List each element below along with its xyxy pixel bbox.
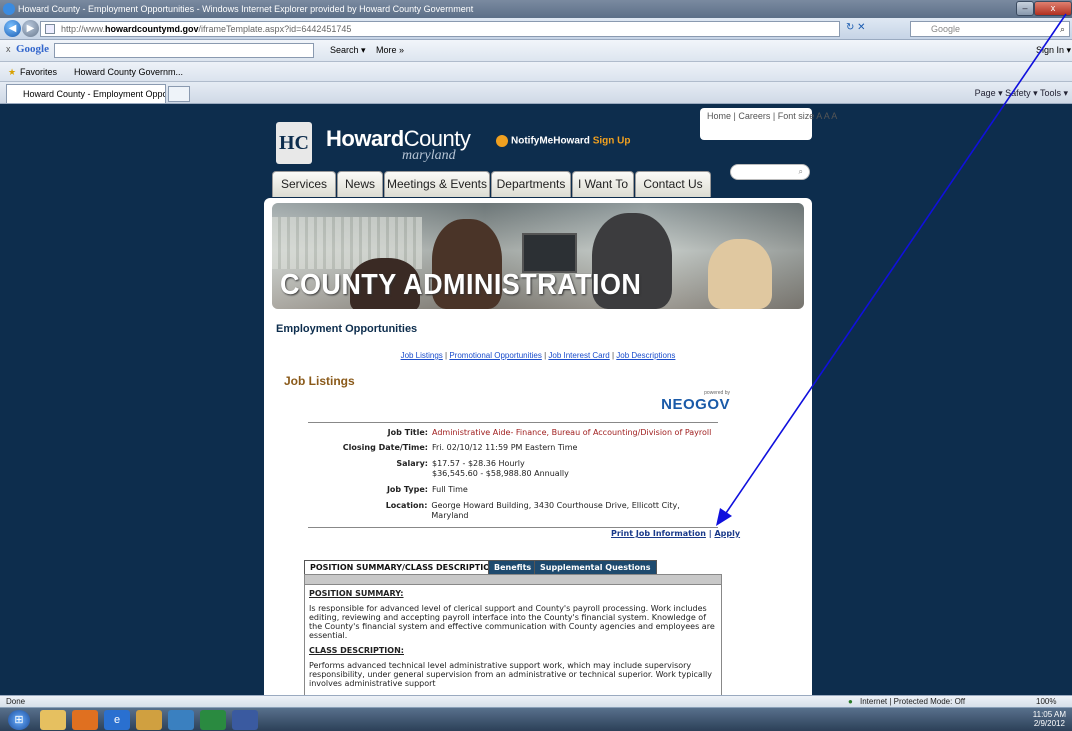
security-zone[interactable]: Internet | Protected Mode: Off bbox=[860, 696, 965, 707]
window-title-bar: Howard County - Employment Opportunities… bbox=[0, 0, 1072, 18]
job-row: Job Title: Administrative Aide- Finance, … bbox=[387, 428, 712, 437]
page-icon bbox=[45, 24, 55, 34]
search-icon[interactable]: ⌕ bbox=[1060, 22, 1065, 36]
neogov-logo: powered by NEOGOV bbox=[661, 390, 730, 413]
excel-icon[interactable] bbox=[200, 710, 226, 730]
banner-title: COUNTY ADMINISTRATION bbox=[280, 269, 642, 301]
ie-icon bbox=[3, 3, 15, 15]
promotional-opportunities-link[interactable]: Promotional Opportunities bbox=[449, 351, 542, 360]
notify-me-link[interactable]: NotifyMeHoward Sign Up bbox=[496, 135, 630, 147]
brand-subtitle: maryland bbox=[402, 148, 456, 163]
browser-tab-bar: Howard County - Employment Opportunities… bbox=[0, 82, 1072, 104]
site-search-input[interactable]: ⌕ bbox=[730, 164, 810, 180]
utility-links[interactable]: Home | Careers | Font size A A A bbox=[700, 108, 837, 140]
class-text: Performs advanced technical level admini… bbox=[309, 661, 713, 688]
browser-tab[interactable]: Howard County - Employment Opportunities bbox=[6, 84, 166, 103]
job-title: Administrative Aide- Finance, Bureau of … bbox=[432, 428, 712, 437]
summary-heading: POSITION SUMMARY: bbox=[309, 589, 404, 598]
explorer-icon[interactable] bbox=[40, 710, 66, 730]
nav-news[interactable]: News bbox=[337, 171, 383, 197]
search-icon[interactable]: ⌕ bbox=[799, 167, 803, 176]
forward-button[interactable]: ▶ bbox=[22, 20, 39, 37]
status-text: Done bbox=[6, 697, 26, 706]
nav-departments[interactable]: Departments bbox=[491, 171, 571, 197]
start-button[interactable]: ⊞ bbox=[8, 710, 30, 730]
favorite-item[interactable]: Howard County Governm... bbox=[74, 62, 183, 82]
tab-supplemental-questions[interactable]: Supplemental Questions bbox=[534, 560, 657, 575]
refresh-icon[interactable]: ↻ ✕ bbox=[846, 22, 866, 33]
favorites-button[interactable]: Favorites bbox=[20, 62, 57, 82]
sub-navigation: Job Listings | Promotional Opportunities… bbox=[400, 351, 676, 360]
job-listings-link[interactable]: Job Listings bbox=[401, 351, 443, 360]
job-actions: Print Job Information | Apply bbox=[611, 529, 741, 538]
job-row: Closing Date/Time: Fri. 02/10/12 11:59 PM… bbox=[342, 443, 578, 452]
page-heading: Employment Opportunities bbox=[276, 323, 418, 335]
bulb-icon bbox=[496, 135, 508, 147]
status-bar: Done ● Internet | Protected Mode: Off 10… bbox=[0, 695, 1072, 707]
url-field[interactable]: http://www.howardcountymd.gov/iframeTemp… bbox=[40, 21, 840, 37]
apply-link[interactable]: Apply bbox=[714, 529, 740, 538]
google-search-input[interactable] bbox=[54, 43, 314, 58]
page-viewport: HC HowardCounty maryland NotifyMeHoward … bbox=[0, 104, 1072, 695]
position-panel: POSITION SUMMARY: Is responsible for adv… bbox=[304, 574, 722, 695]
google-logo: Google bbox=[16, 43, 49, 55]
back-button[interactable]: ◀ bbox=[4, 20, 21, 37]
county-logo[interactable]: HC bbox=[276, 122, 312, 164]
tab-benefits[interactable]: Benefits bbox=[488, 560, 538, 575]
clock[interactable]: 11:05 AM 2/9/2012 bbox=[1033, 710, 1066, 728]
class-heading: CLASS DESCRIPTION: bbox=[309, 646, 404, 655]
address-bar: ◀ ▶ http://www.howardcountymd.gov/iframe… bbox=[0, 18, 1072, 40]
ie-taskbar-icon[interactable]: e bbox=[104, 710, 130, 730]
google-toolbar: x Google Search ▾ More » Sign In ▾ bbox=[0, 40, 1072, 62]
globe-icon: ● bbox=[848, 697, 853, 706]
listing-heading: Job Listings bbox=[284, 374, 355, 388]
search-box[interactable]: Google ⌕ bbox=[910, 21, 1070, 37]
content-panel: COUNTY ADMINISTRATION Employment Opportu… bbox=[264, 198, 812, 695]
word-icon[interactable] bbox=[232, 710, 258, 730]
close-button[interactable]: x bbox=[1034, 1, 1072, 16]
more-button[interactable]: More » bbox=[376, 45, 404, 55]
nav-i-want-to[interactable]: I Want To bbox=[572, 171, 634, 197]
media-player-icon[interactable] bbox=[72, 710, 98, 730]
nav-services[interactable]: Services bbox=[272, 171, 336, 197]
job-interest-card-link[interactable]: Job Interest Card bbox=[548, 351, 609, 360]
window-title: Howard County - Employment Opportunities… bbox=[18, 4, 474, 14]
nav-contact-us[interactable]: Contact Us bbox=[635, 171, 711, 197]
print-job-link[interactable]: Print Job Information bbox=[611, 529, 706, 538]
outlook-icon[interactable] bbox=[136, 710, 162, 730]
job-row: Job Type: Full Time bbox=[386, 485, 468, 494]
job-descriptions-link[interactable]: Job Descriptions bbox=[616, 351, 675, 360]
tab-position-summary[interactable]: POSITION SUMMARY/CLASS DESCRIPTION bbox=[304, 560, 503, 575]
taskbar: ⊞ e 11:05 AM 2/9/2012 bbox=[0, 707, 1072, 731]
job-details: Job Title: Administrative Aide- Finance, … bbox=[308, 422, 718, 528]
close-toolbar-icon[interactable]: x bbox=[6, 44, 11, 54]
zoom-level[interactable]: 100% bbox=[1036, 696, 1056, 707]
google-search-button[interactable]: Search ▾ bbox=[330, 45, 366, 56]
favorites-bar: ★ Favorites Howard County Governm... bbox=[0, 62, 1072, 82]
app-icon[interactable] bbox=[168, 710, 194, 730]
minimize-button[interactable]: – bbox=[1016, 1, 1034, 16]
new-tab-button[interactable] bbox=[168, 86, 190, 102]
job-row: Location: George Howard Building, 3430 Co… bbox=[385, 501, 680, 520]
job-row: Salary: $17.57 - $28.36 Hourly $36,545.60 … bbox=[396, 459, 569, 478]
nav-meetings-events[interactable]: Meetings & Events bbox=[384, 171, 490, 197]
command-bar[interactable]: Page ▾ Safety ▾ Tools ▾ bbox=[975, 84, 1068, 102]
sign-in-button[interactable]: Sign In ▾ bbox=[1036, 45, 1071, 56]
banner-image: COUNTY ADMINISTRATION bbox=[272, 203, 804, 309]
summary-text: Is responsible for advanced level of cle… bbox=[309, 604, 715, 640]
star-icon: ★ bbox=[8, 67, 17, 77]
